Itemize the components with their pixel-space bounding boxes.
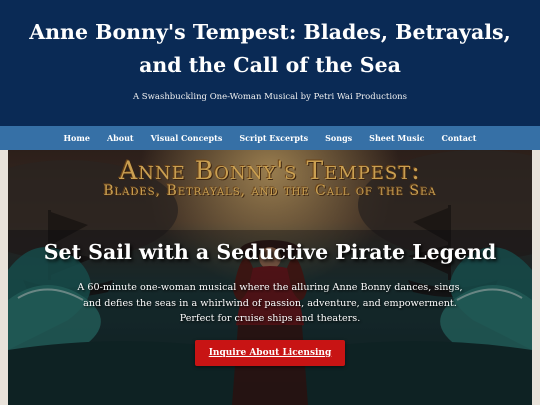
nav-item-script-excerpts[interactable]: Script Excerpts [231,133,317,143]
hero-title-art: Anne Bonny's Tempest: Blades, Betrayals,… [8,156,532,199]
hero-content: Set Sail with a Seductive Pirate Legend … [8,240,532,366]
site-title: Anne Bonny's Tempest: Blades, Betrayals,… [29,20,511,77]
site-header: Anne Bonny's Tempest: Blades, Betrayals,… [0,0,540,126]
nav-item-about[interactable]: About [98,133,142,143]
hero-heading: Set Sail with a Seductive Pirate Legend [43,240,497,264]
hero-banner-image: Anne Bonny's Tempest: Blades, Betrayals,… [8,150,532,405]
main-nav: Home About Visual Concepts Script Excerp… [0,126,540,150]
nav-item-contact[interactable]: Contact [433,133,485,143]
hero-title-art-line2: Blades, Betrayals, and the Call of the S… [103,183,437,199]
nav-item-home[interactable]: Home [55,133,98,143]
site-tagline: A Swashbuckling One-Woman Musical by Pet… [132,92,408,102]
nav-item-songs[interactable]: Songs [317,133,361,143]
hero-title-art-line1: Anne Bonny's Tempest: [119,156,421,185]
hero-description: A 60-minute one-woman musical where the … [77,282,463,324]
nav-item-sheet-music[interactable]: Sheet Music [361,133,433,143]
nav-item-visual-concepts[interactable]: Visual Concepts [142,133,231,143]
hero-section: Anne Bonny's Tempest: Blades, Betrayals,… [0,150,540,405]
inquire-licensing-button[interactable]: Inquire About Licensing [194,339,346,366]
